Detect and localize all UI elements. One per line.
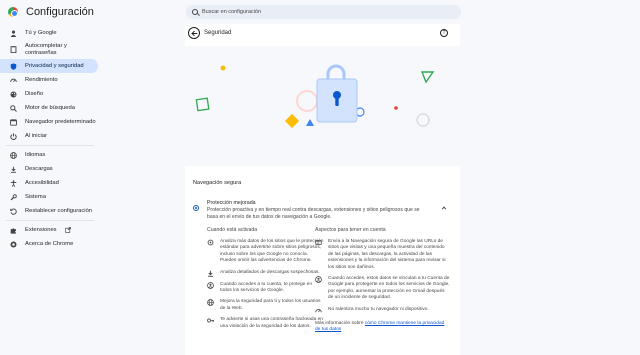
feature-item: Cuando accedes a tu cuenta, te protege e… (207, 282, 325, 295)
sidebar-item-label: Rendimiento (25, 76, 58, 83)
considerations-heading: Aspectos para tener en cuenta (315, 227, 386, 233)
back-button[interactable] (188, 27, 200, 39)
globe-icon (207, 299, 214, 307)
enhanced-protection-radio[interactable] (193, 205, 199, 211)
reset-icon (10, 208, 17, 215)
sidebar-item-label: Restablecer configuración (25, 207, 93, 214)
sidebar-item-performance[interactable]: Rendimiento (0, 73, 98, 87)
security-illustration (185, 46, 460, 166)
chevron-up-icon (441, 206, 447, 210)
sidebar-item-on-startup[interactable]: Al iniciar (0, 129, 98, 143)
speedometer-icon (10, 77, 17, 84)
speed-icon (315, 307, 322, 314)
feature-text: Mejora la seguridad para ti y todos los … (220, 299, 321, 311)
account-icon (207, 281, 214, 289)
link-icon (315, 239, 322, 246)
when-on-heading: Cuando está activada (207, 227, 258, 233)
settings-logo-icon (8, 7, 18, 17)
arrow-back-icon (190, 30, 197, 36)
considerations-column: Aspectos para tener en cuenta Envía a la… (315, 227, 450, 333)
sidebar-item-label: Privacidad y seguridad (25, 62, 84, 69)
browser-icon (10, 118, 17, 126)
feature-item: No ralentiza mucho tu navegador ni dispo… (315, 307, 450, 314)
person-icon (10, 30, 17, 37)
globe-icon (10, 151, 17, 159)
chrome-icon (10, 240, 17, 248)
sidebar-item-label: Accesibilidad (25, 179, 59, 186)
search-icon (10, 104, 17, 112)
clipboard-icon (10, 46, 17, 53)
app-title: Configuración (26, 6, 94, 18)
feature-item: Analiza detallados de descargas sospecho… (207, 270, 325, 277)
open-in-new-icon (64, 227, 71, 233)
sidebar-item-you-and-google[interactable]: Tú y Google (0, 26, 98, 40)
sidebar-item-label: Tú y Google (25, 29, 57, 36)
feature-text: Analiza detallados de descargas sospecho… (220, 269, 320, 275)
feature-text: Analiza más datos de los sitios que le p… (220, 239, 324, 264)
sidebar-item-label: Motor de búsqueda (25, 104, 75, 111)
sidebar-item-label: Descargas (25, 165, 53, 172)
feature-text: No ralentiza mucho tu navegador ni dispo… (328, 306, 429, 312)
feature-item: Analiza más datos de los sitios que le p… (207, 239, 325, 265)
power-icon (10, 132, 17, 140)
gear-shield-icon (207, 239, 214, 246)
sidebar-item-privacy[interactable]: Privacidad y seguridad (0, 59, 98, 73)
download-icon (10, 166, 17, 173)
sidebar-item-label: Autocompletar y contraseñas (25, 43, 67, 56)
search-input[interactable] (202, 9, 442, 15)
feature-text: Te advierte si usas una contraseña hacke… (220, 317, 323, 329)
sidebar-item-autofill[interactable]: Autocompletar y contraseñas (0, 40, 98, 59)
when-on-column: Cuando está activada Analiza más datos d… (207, 227, 325, 335)
sidebar-item-label: Al iniciar (25, 132, 47, 139)
sidebar-item-default-browser[interactable]: Navegador predeterminado (0, 115, 98, 129)
more-info-text: Más información sobre cómo Chrome mantie… (315, 321, 450, 334)
top-bar: Configuración (0, 0, 640, 24)
wrench-icon (10, 193, 17, 201)
search-box[interactable] (186, 5, 461, 19)
feature-text: Cuando accedes, estos datos se vinculan … (328, 276, 450, 301)
sidebar-item-label: Navegador predeterminado (25, 118, 96, 125)
key-icon (207, 317, 215, 324)
search-icon (192, 9, 198, 15)
sidebar-item-accessibility[interactable]: Accesibilidad (0, 176, 98, 190)
sidebar-divider (6, 220, 94, 221)
download-icon (207, 270, 214, 277)
sidebar-item-extensions[interactable]: Extensiones (0, 223, 98, 237)
feature-text: Cuando accedes a tu cuenta, te protege e… (220, 281, 313, 294)
palette-icon (10, 90, 17, 98)
section-title: Navegación segura (193, 180, 242, 186)
shield-icon (10, 62, 17, 70)
account-icon (315, 276, 322, 283)
sidebar-item-system[interactable]: Sistema (0, 190, 98, 204)
card-header: Seguridad ? (185, 24, 460, 44)
sidebar-item-search-engine[interactable]: Motor de búsqueda (0, 101, 98, 115)
sidebar-item-about-chrome[interactable]: Acerca de Chrome (0, 237, 98, 251)
sidebar-item-downloads[interactable]: Descargas (0, 162, 98, 176)
puzzle-icon (10, 227, 17, 234)
feature-item: Envía a la Navegación segura de Google l… (315, 239, 450, 271)
sidebar-item-label: Idiomas (25, 151, 46, 158)
sidebar-divider (6, 145, 94, 146)
feature-item: Te advierte si usas una contraseña hacke… (207, 317, 325, 330)
accessibility-icon (10, 179, 17, 187)
feature-item: Mejora la seguridad para ti y todos los … (207, 299, 325, 312)
sidebar-item-languages[interactable]: Idiomas (0, 148, 98, 162)
collapse-button[interactable] (441, 205, 447, 213)
sidebar: Tú y Google Autocompletar y contraseñas … (0, 26, 100, 251)
sidebar-item-label: Sistema (25, 193, 46, 200)
sidebar-item-label: Extensiones (25, 226, 57, 233)
sidebar-item-appearance[interactable]: Diseño (0, 87, 98, 101)
sidebar-item-label: Diseño (25, 90, 44, 97)
feature-text: Envía a la Navegación segura de Google l… (328, 239, 446, 270)
security-card: Seguridad ? Navegación segura Protección… (185, 24, 460, 355)
lock-illustration (195, 64, 435, 129)
feature-item: Cuando accedes, estos datos se vinculan … (315, 276, 450, 302)
page-title: Seguridad (204, 30, 232, 36)
option-title: Protección mejorada (207, 200, 256, 206)
sidebar-item-label: Acerca de Chrome (25, 240, 74, 247)
option-description: Protección proactiva y en tiempo real co… (207, 207, 420, 220)
sidebar-item-reset[interactable]: Restablecer configuración (0, 204, 98, 218)
more-info-prefix: Más información sobre (315, 320, 365, 326)
help-icon[interactable]: ? (440, 29, 448, 37)
